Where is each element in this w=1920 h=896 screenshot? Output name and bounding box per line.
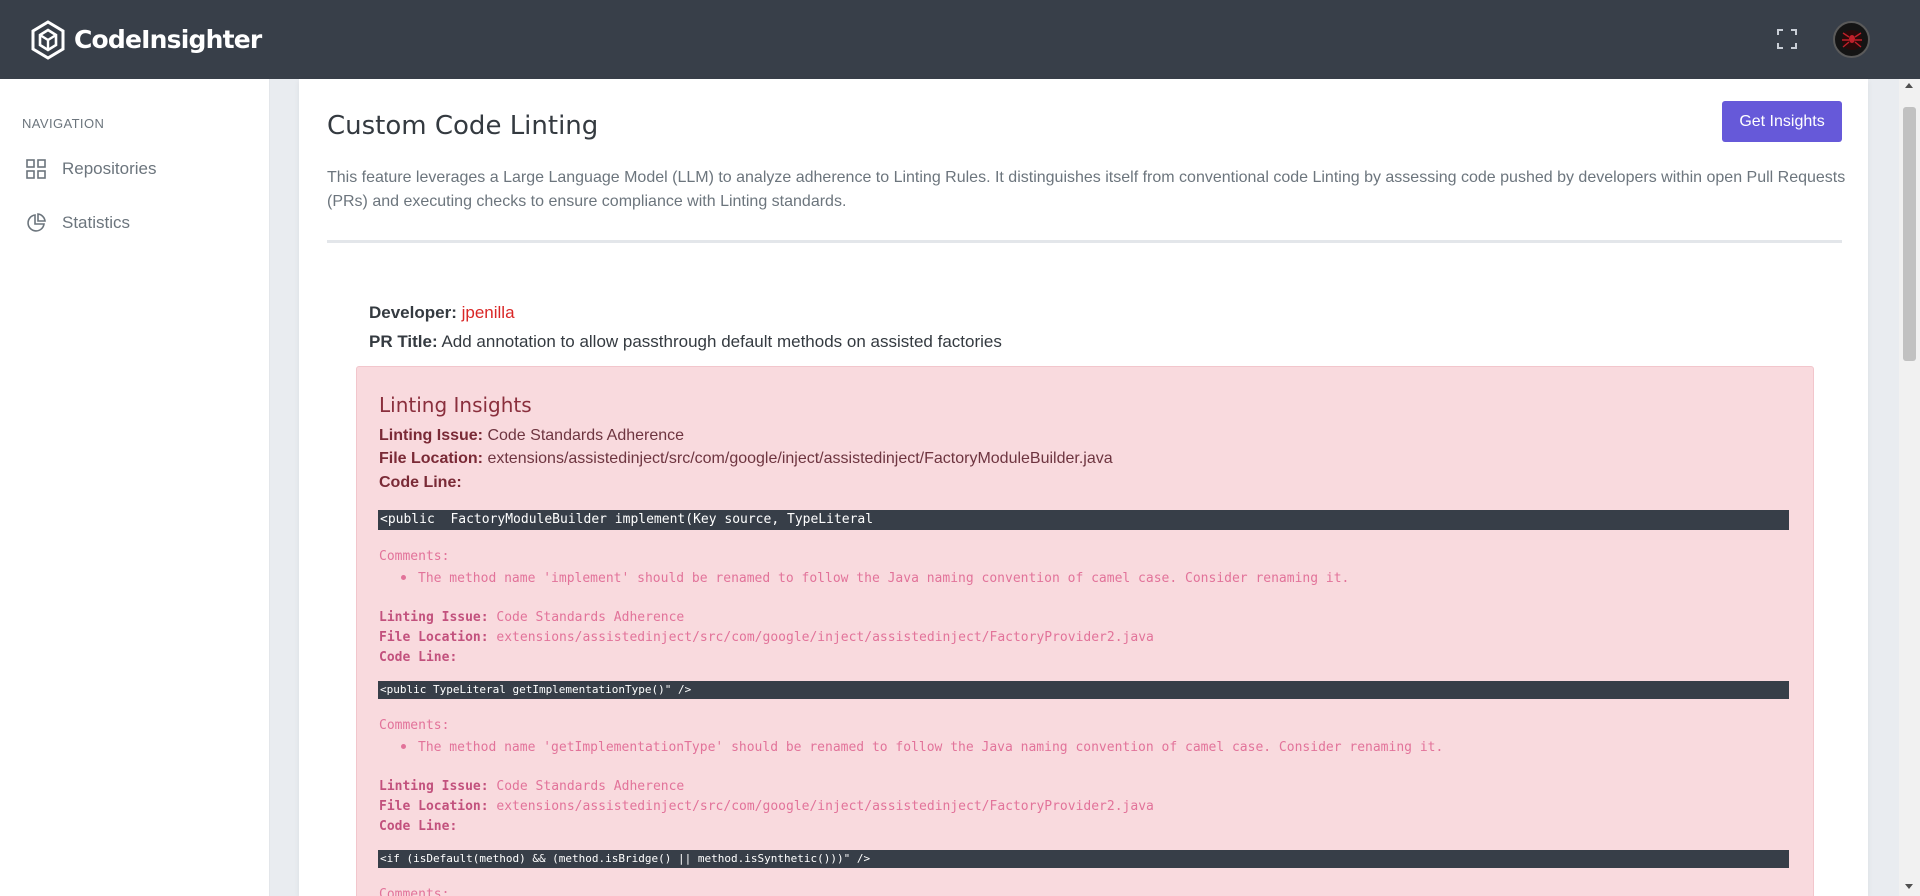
comments-label: Comments: [379, 718, 450, 733]
divider [327, 240, 1842, 243]
code-line-label-text: Code Line: [379, 650, 458, 665]
brand-name: CodeInsighter [74, 25, 262, 54]
sidebar-item-statistics[interactable]: Statistics [0, 203, 269, 243]
pie-chart-icon [27, 213, 46, 232]
sidebar-item-label: Statistics [62, 213, 131, 232]
scroll-thumb[interactable] [1903, 107, 1916, 361]
issue-value: Code Standards Adherence [487, 427, 685, 444]
code-snippet: <if (isDefault(method) && (method.isBrid… [378, 850, 1789, 868]
location-value: extensions/assistedinject/src/com/google… [496, 799, 1154, 814]
pr-title: Add annotation to allow passthrough defa… [441, 332, 1002, 351]
spider-avatar-icon [1841, 29, 1862, 50]
developer-line: Developer: jpenilla [369, 303, 515, 323]
issue-value: Code Standards Adherence [496, 779, 685, 794]
issue-label: Linting Issue: [379, 779, 489, 794]
code-line-label-text: Code Line: [379, 819, 458, 834]
comment-text: The method name 'getImplementationType' … [418, 740, 1444, 755]
sidebar-item-label: Repositories [62, 159, 157, 178]
sidebar-item-repositories[interactable]: Repositories [0, 149, 269, 189]
main-content-card: Custom Code Linting Get Insights This fe… [299, 79, 1868, 896]
comment-text: The method name 'implement' should be re… [418, 571, 1350, 586]
code-snippet: <public TypeLiteral getImplementationTyp… [378, 681, 1789, 699]
location-line: File Location: extensions/assistedinject… [379, 799, 1154, 814]
location-label: File Location: [379, 450, 483, 467]
insights-title: Linting Insights [379, 393, 532, 417]
code-line-label: Code Line: [379, 474, 462, 492]
sidebar: NAVIGATION Repositories Statistics [0, 79, 270, 896]
code-line-label-text: Code Line: [379, 474, 462, 491]
page-title: Custom Code Linting [327, 111, 599, 141]
page-scrollbar[interactable] [1899, 79, 1920, 896]
bullet-icon [401, 744, 406, 749]
user-avatar[interactable] [1833, 21, 1870, 58]
location-label: File Location: [379, 630, 489, 645]
bullet-icon [401, 575, 406, 580]
pr-title-line: PR Title: Add annotation to allow passth… [369, 332, 1002, 352]
issue-line: Linting Issue: Code Standards Adherence [379, 779, 684, 794]
issue-line: Linting Issue: Code Standards Adherence [379, 610, 684, 625]
code-line-label: Code Line: [379, 819, 457, 834]
page-description: This feature leverages a Large Language … [327, 169, 1846, 210]
scroll-down-arrow-icon[interactable] [1905, 884, 1913, 889]
fullscreen-icon[interactable] [1775, 27, 1799, 51]
comments-label: Comments: [379, 887, 450, 896]
code-snippet: <public FactoryModuleBuilder implement(K… [378, 510, 1789, 530]
top-navbar: CodeInsighter [0, 0, 1920, 79]
location-line: File Location: extensions/assistedinject… [379, 450, 1113, 468]
code-line-label: Code Line: [379, 650, 457, 665]
scroll-up-arrow-icon[interactable] [1905, 83, 1913, 88]
issue-line: Linting Issue: Code Standards Adherence [379, 427, 684, 445]
issue-value: Code Standards Adherence [496, 610, 685, 625]
hexagon-logo-icon [31, 19, 65, 60]
pr-title-label: PR Title: [369, 332, 438, 351]
issue-label: Linting Issue: [379, 427, 483, 444]
issue-label: Linting Issue: [379, 610, 489, 625]
comments-label: Comments: [379, 549, 450, 564]
brand-logo[interactable]: CodeInsighter [30, 19, 262, 60]
developer-label: Developer: [369, 303, 457, 322]
developer-name[interactable]: jpenilla [462, 303, 515, 322]
get-insights-button[interactable]: Get Insights [1722, 101, 1842, 142]
location-value: extensions/assistedinject/src/com/google… [496, 630, 1154, 645]
linting-insights-alert: Linting Insights Linting Issue: Code Sta… [356, 366, 1814, 896]
location-label: File Location: [379, 799, 489, 814]
location-line: File Location: extensions/assistedinject… [379, 630, 1154, 645]
grid-icon [26, 159, 46, 179]
comment-item: The method name 'getImplementationType' … [379, 740, 1443, 755]
location-value: extensions/assistedinject/src/com/google… [487, 450, 1113, 467]
nav-heading: NAVIGATION [22, 116, 105, 131]
comment-item: The method name 'implement' should be re… [379, 571, 1349, 586]
